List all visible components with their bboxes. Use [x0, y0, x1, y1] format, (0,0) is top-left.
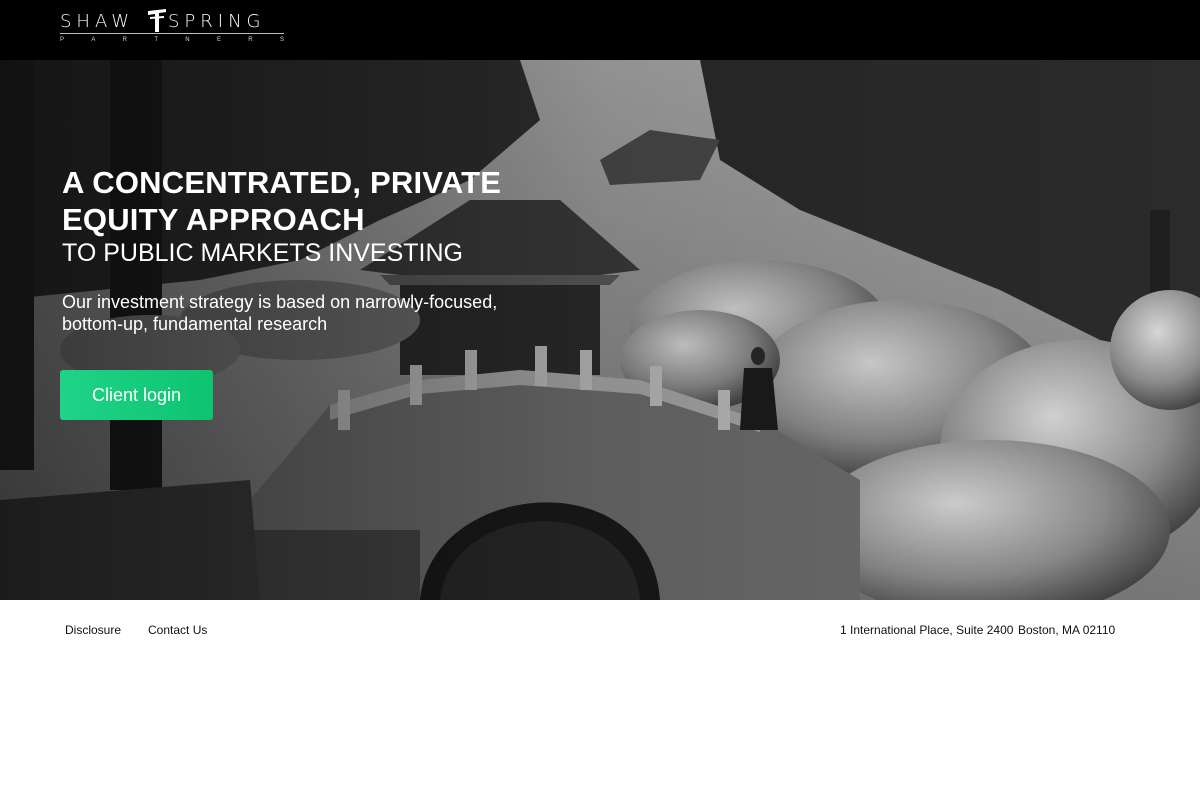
- tagline-line-2: bottom-up, fundamental research: [62, 314, 328, 334]
- client-login-button[interactable]: Client login: [60, 370, 213, 420]
- logo-emblem-icon: [148, 9, 166, 32]
- logo-subtitle-letter: P: [60, 37, 65, 43]
- headline-line-3: TO PUBLIC MARKETS INVESTING: [62, 239, 464, 267]
- shaw-spring-logo[interactable]: SHAW SPRING P A R T N E R S: [60, 8, 284, 48]
- logo-subtitle: P A R T N E R S: [60, 37, 284, 43]
- site-header: SHAW SPRING P A R T N E R S: [0, 0, 1200, 60]
- footer-address-city: Boston, MA 02110: [1018, 623, 1116, 637]
- logo-subtitle-letter: R: [122, 37, 127, 43]
- logo-word-left: SHAW: [60, 11, 135, 32]
- logo-subtitle-letter: S: [279, 37, 284, 43]
- logo-word-right: SPRING: [168, 11, 266, 32]
- logo-subtitle-letter: N: [185, 37, 190, 43]
- hero-headline: A CONCENTRATED, PRIVATE EQUITY APPROACH …: [62, 164, 622, 268]
- hero-tagline: Our investment strategy is based on narr…: [62, 291, 582, 335]
- footer-link-contact[interactable]: Contact Us: [148, 623, 207, 637]
- logo-subtitle-letter: E: [216, 37, 221, 43]
- footer-address-street: 1 International Place, Suite 2400: [840, 623, 1014, 637]
- logo-subtitle-letter: T: [154, 37, 158, 43]
- site-footer: Disclosure Contact Us 1 International Pl…: [0, 600, 1200, 800]
- tagline-line-1: Our investment strategy is based on narr…: [62, 292, 498, 312]
- logo-divider: [60, 33, 284, 34]
- headline-line-1: A CONCENTRATED, PRIVATE: [62, 165, 502, 200]
- logo-subtitle-letter: A: [91, 37, 96, 43]
- headline-line-2: EQUITY APPROACH: [62, 202, 365, 237]
- footer-link-disclosure[interactable]: Disclosure: [65, 623, 121, 637]
- logo-subtitle-letter: R: [248, 37, 253, 43]
